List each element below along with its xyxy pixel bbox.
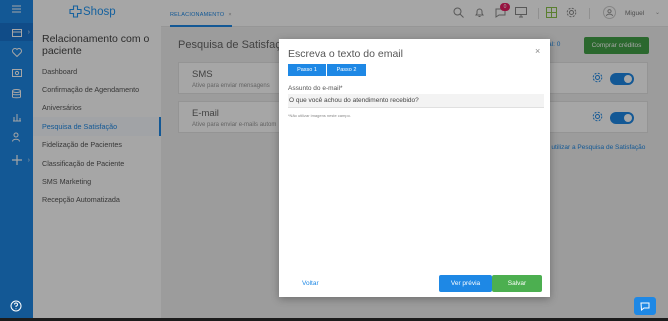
step-1-tab[interactable]: Passo 1 [288,64,326,76]
chat-icon [640,302,650,311]
back-button[interactable]: Voltar [302,280,319,287]
preview-button[interactable]: Ver prévia [439,275,492,292]
close-icon[interactable]: × [535,46,540,56]
subject-hint: *Não utilizar imagens neste campo. [288,113,351,118]
save-button[interactable]: Salvar [492,275,542,292]
email-text-modal: Escreva o texto do email × Passo 1 Passo… [279,39,550,297]
app-window: › › Shosp Relacionamento com o paciente … [0,0,668,318]
subject-input[interactable]: O que você achou do atendimento recebido… [288,94,544,108]
step-2-tab[interactable]: Passo 2 [327,64,366,76]
modal-title: Escreva o texto do email [288,48,403,60]
help-icon[interactable] [10,300,22,312]
chat-button[interactable] [634,297,656,315]
subject-label: Assunto do e-mail* [288,85,343,92]
step-tabs: Passo 1 Passo 2 [288,64,367,76]
